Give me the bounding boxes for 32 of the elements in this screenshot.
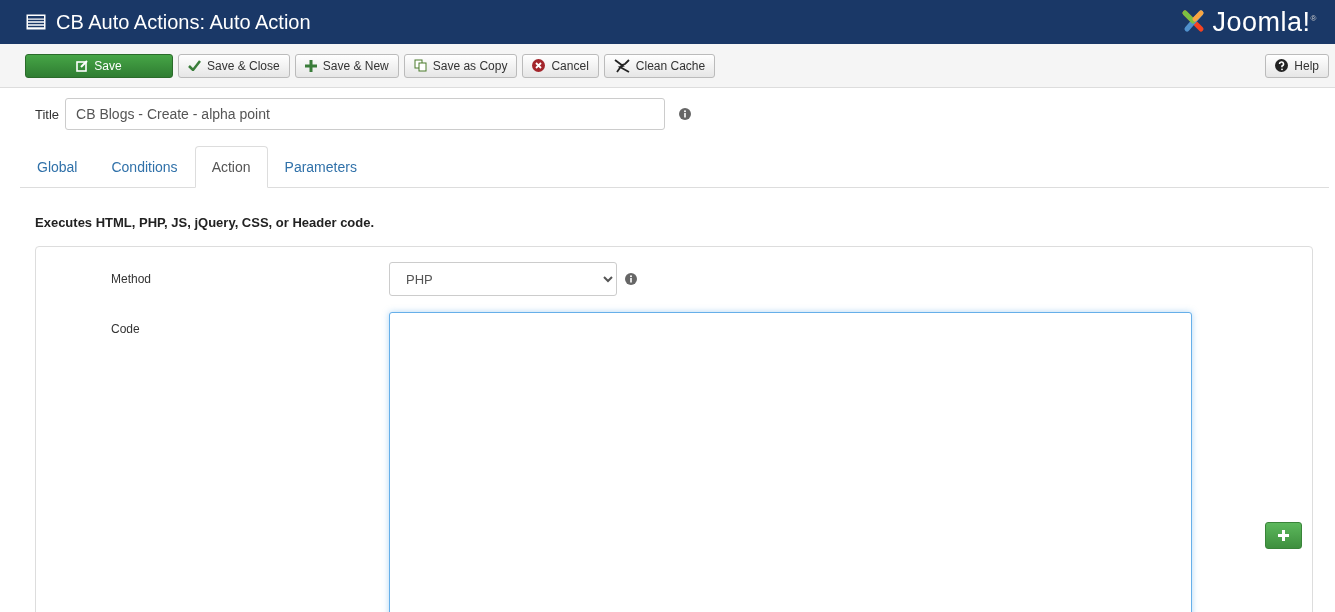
description-text: Executes HTML, PHP, JS, jQuery, CSS, or Header code. — [35, 215, 376, 230]
tab[interactable]: Global — [20, 146, 95, 188]
info-icon[interactable] — [625, 273, 637, 285]
field-label: Title — [35, 106, 60, 122]
list-icon — [26, 14, 46, 30]
save-button[interactable]: Save — [25, 53, 173, 78]
close-icon — [532, 59, 546, 72]
lightning-icon — [613, 58, 630, 73]
title-field[interactable]: CB Blogs - Create - alpha point — [65, 98, 666, 130]
plus-icon — [304, 59, 317, 72]
check-icon — [188, 60, 201, 71]
field-label: Code — [110, 321, 141, 336]
toolbar-button[interactable]: Save & Close — [178, 53, 290, 78]
edit-icon — [76, 59, 89, 72]
code-field[interactable] — [389, 312, 1192, 612]
method-select[interactable]: PHP — [389, 262, 617, 296]
help-button[interactable]: Help — [1265, 53, 1329, 78]
toolbar-button[interactable]: Save as Copy — [403, 53, 518, 78]
page-title: CB Auto Actions: Auto Action — [56, 10, 311, 34]
info-icon[interactable] — [679, 108, 692, 120]
help-icon — [1275, 59, 1289, 72]
field-label: Method — [110, 271, 153, 286]
toolbar-button[interactable]: Save & New — [294, 53, 399, 78]
logo-text: Joomla!$^{®}$ — [1212, 6, 1317, 38]
add-button[interactable] — [1265, 522, 1302, 549]
plus-icon — [1278, 530, 1289, 541]
copy-icon — [413, 59, 427, 72]
tab[interactable]: Conditions — [94, 146, 195, 188]
toolbar-button[interactable]: Cancel — [522, 53, 599, 78]
toolbar-button[interactable]: Clean Cache — [603, 53, 716, 78]
tab[interactable]: Action — [194, 146, 268, 188]
tab[interactable]: Parameters — [267, 146, 374, 188]
